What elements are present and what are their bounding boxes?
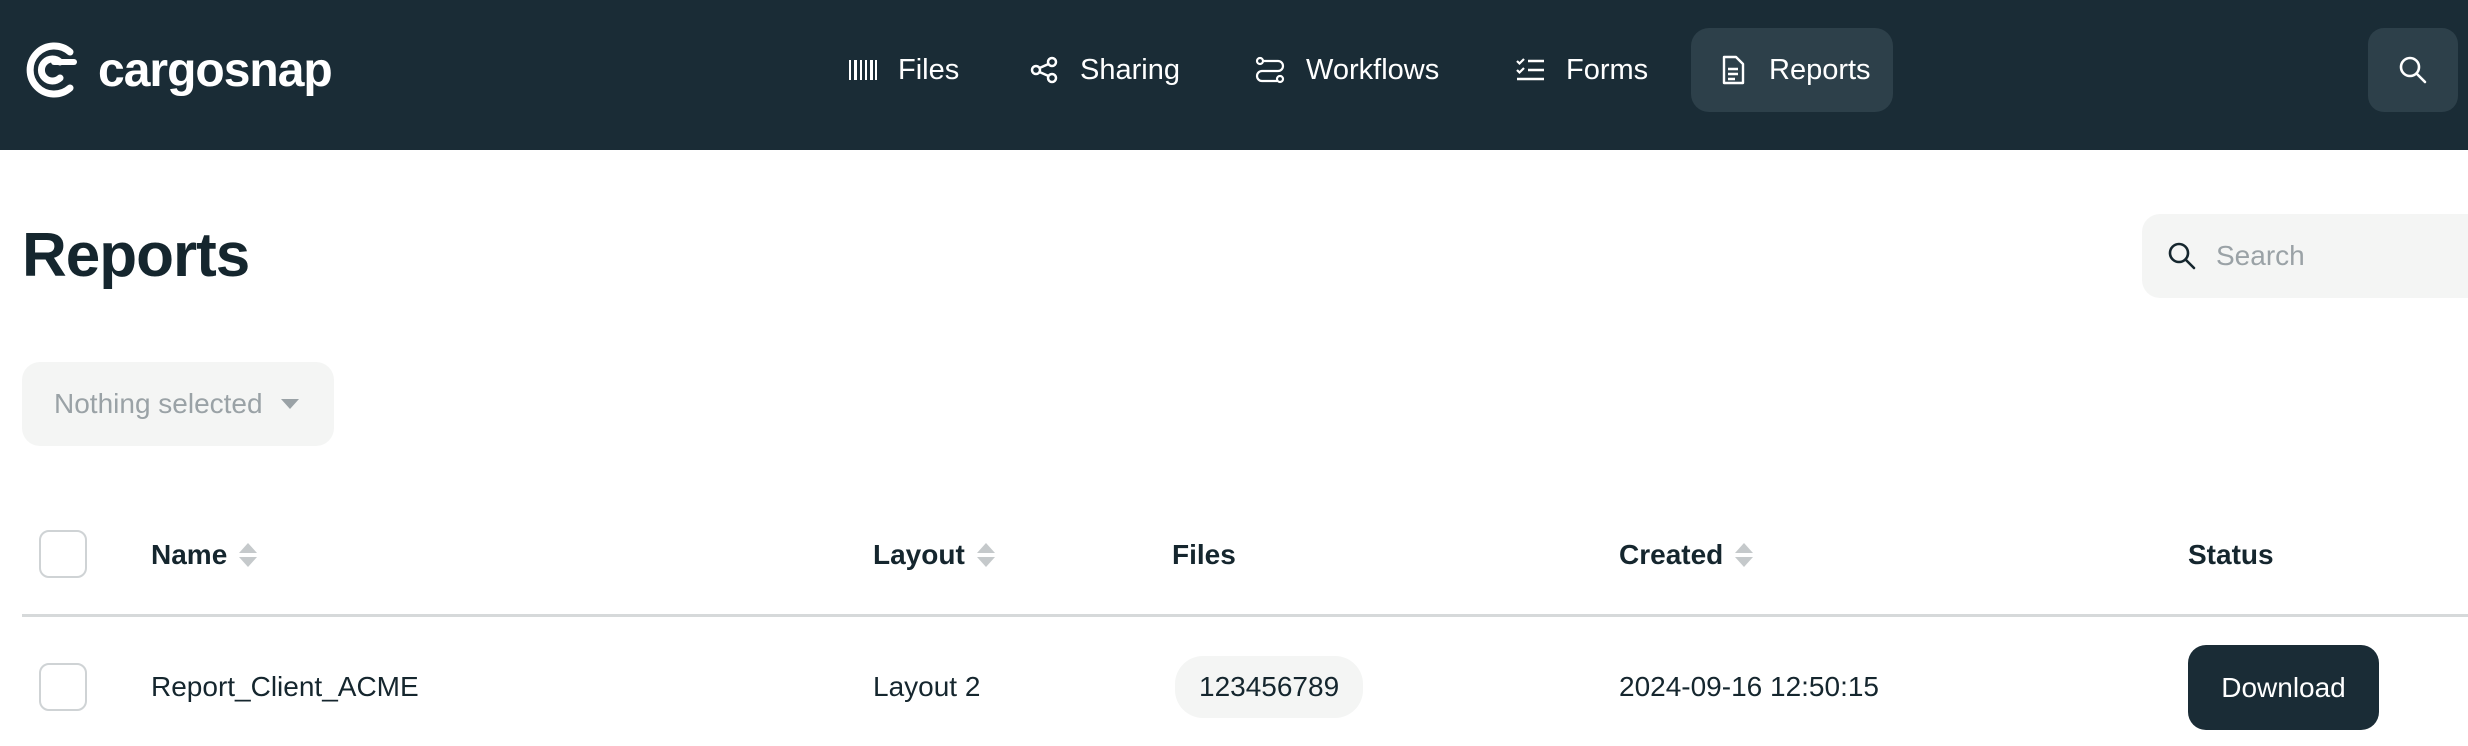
checklist-icon bbox=[1514, 54, 1546, 86]
select-all-checkbox[interactable] bbox=[39, 530, 87, 578]
filter-select[interactable]: Nothing selected bbox=[22, 362, 334, 446]
column-header-layout[interactable]: Layout bbox=[873, 538, 995, 572]
files-chip[interactable]: 123456789 bbox=[1175, 656, 1364, 718]
nav-reports[interactable]: Reports bbox=[1691, 28, 1893, 112]
cargosnap-logo[interactable]: cargosnap bbox=[22, 38, 333, 102]
column-header-status: Status bbox=[2188, 538, 2274, 572]
column-header-layout-label: Layout bbox=[873, 539, 965, 570]
column-header-files-label: Files bbox=[1172, 539, 1236, 570]
report-layout: Layout 2 bbox=[873, 671, 981, 702]
column-header-files: Files bbox=[1172, 538, 1236, 572]
nav-reports-label: Reports bbox=[1769, 53, 1871, 86]
barcode-icon bbox=[846, 54, 878, 86]
table-header-divider bbox=[22, 614, 2468, 617]
column-header-name-label: Name bbox=[151, 539, 228, 570]
page-title: Reports bbox=[22, 221, 250, 290]
share-icon bbox=[1028, 54, 1060, 86]
download-button[interactable]: Download bbox=[2188, 645, 2379, 730]
nav-files-label: Files bbox=[898, 53, 960, 86]
sort-icon[interactable] bbox=[1735, 543, 1754, 567]
logo-icon bbox=[26, 42, 77, 98]
column-header-status-label: Status bbox=[2188, 539, 2274, 570]
search-icon bbox=[2168, 242, 2196, 270]
nav-files[interactable]: Files bbox=[820, 28, 985, 112]
global-search-button[interactable] bbox=[2368, 28, 2458, 112]
workflow-icon bbox=[1254, 54, 1286, 86]
nav-forms-label: Forms bbox=[1566, 53, 1649, 86]
top-navigation-bar: cargosnap Files Sharing Workflows Forms … bbox=[0, 0, 2468, 150]
sort-icon[interactable] bbox=[976, 543, 995, 567]
report-created: 2024-09-16 12:50:15 bbox=[1619, 671, 1879, 702]
document-icon bbox=[1717, 54, 1749, 86]
search-icon bbox=[2399, 56, 2427, 84]
chevron-down-icon bbox=[280, 399, 299, 409]
column-header-created[interactable]: Created bbox=[1619, 538, 1754, 572]
sort-icon[interactable] bbox=[239, 543, 258, 567]
search-input[interactable] bbox=[2216, 240, 2456, 272]
nav-workflows[interactable]: Workflows bbox=[1228, 28, 1465, 112]
search-field[interactable] bbox=[2142, 214, 2468, 298]
nav-sharing-label: Sharing bbox=[1080, 53, 1180, 86]
nav-sharing[interactable]: Sharing bbox=[1002, 28, 1206, 112]
row-checkbox[interactable] bbox=[39, 663, 87, 711]
column-header-name[interactable]: Name bbox=[151, 538, 258, 572]
column-header-created-label: Created bbox=[1619, 539, 1724, 570]
filter-select-value: Nothing selected bbox=[54, 388, 263, 419]
report-name: Report_Client_ACME bbox=[151, 671, 419, 702]
nav-workflows-label: Workflows bbox=[1306, 53, 1440, 86]
nav-forms[interactable]: Forms bbox=[1488, 28, 1674, 112]
logo-text: cargosnap bbox=[98, 43, 333, 97]
